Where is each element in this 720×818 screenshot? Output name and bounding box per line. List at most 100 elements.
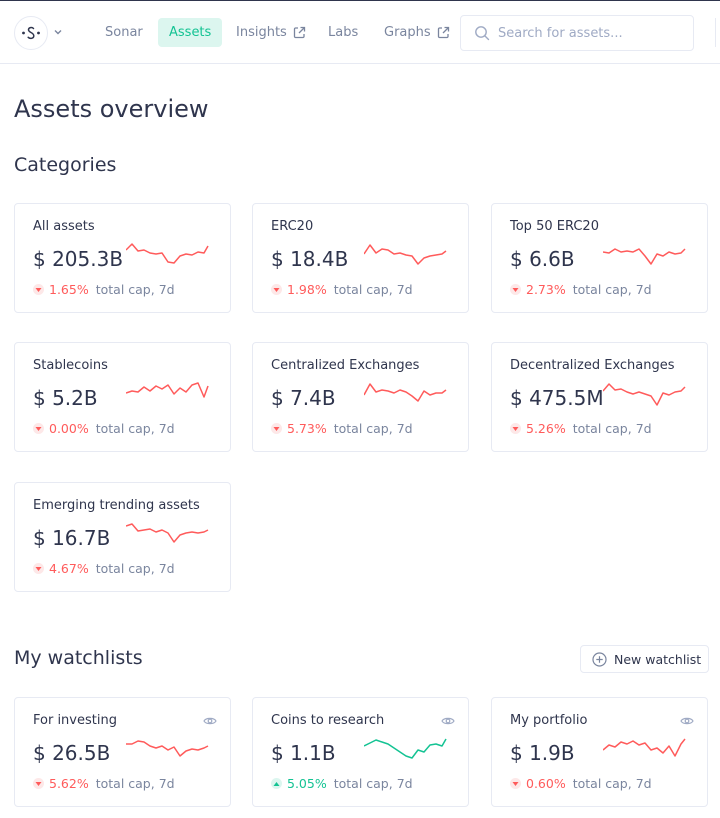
card-title: My portfolio: [510, 713, 588, 728]
eye-icon[interactable]: [203, 716, 217, 726]
card-total-cap: $ 1.1B: [271, 741, 336, 765]
card-total-cap: $ 1.9B: [510, 741, 575, 765]
header-divider: [715, 18, 716, 47]
sparkline-chart: [126, 382, 209, 398]
triangle-down-icon: [510, 778, 521, 789]
category-card[interactable]: Centralized Exchanges $ 7.4B 5.73% total ca…: [252, 342, 469, 452]
sparkline-chart: [364, 244, 447, 265]
watchlist-card[interactable]: For investing $ 26.5B 5.62% total cap, 7d: [14, 697, 231, 807]
nav-assets[interactable]: Assets: [158, 18, 223, 47]
page-title: Assets overview: [14, 95, 209, 123]
change-label: total cap, 7d: [333, 776, 413, 791]
sparkline-path: [603, 248, 686, 265]
card-total-cap: $ 26.5B: [33, 741, 111, 765]
change-percent: 5.26%: [526, 421, 566, 436]
change-label: total cap, 7d: [95, 561, 175, 576]
change-percent: 0.60%: [526, 776, 566, 791]
card-title: Top 50 ERC20: [510, 219, 599, 234]
watchlist-card[interactable]: Coins to research $ 1.1B 5.05% total cap, 7…: [252, 697, 469, 807]
card-title: Decentralized Exchanges: [510, 358, 675, 373]
card-total-cap: $ 205.3B: [33, 247, 124, 271]
card-change: 2.73% total cap, 7d: [510, 282, 652, 297]
change-percent: 4.67%: [49, 561, 89, 576]
sparkline-path: [126, 740, 209, 757]
card-title: Centralized Exchanges: [271, 358, 420, 373]
change-percent: 1.98%: [287, 282, 327, 297]
sparkline-chart: [126, 243, 209, 264]
search-box[interactable]: [460, 15, 694, 51]
triangle-down-icon: [33, 563, 44, 574]
nav-insights-label: Insights: [236, 25, 287, 40]
search-icon: [475, 26, 490, 41]
search-input[interactable]: [498, 25, 678, 41]
triangle-down-icon: [271, 284, 282, 295]
external-link-icon: [437, 26, 449, 39]
change-percent: 5.73%: [287, 421, 327, 436]
card-title: ERC20: [271, 219, 314, 234]
nav-graphs[interactable]: Graphs: [373, 18, 461, 47]
sparkline-chart: [364, 738, 447, 759]
change-percent: 2.73%: [526, 282, 566, 297]
triangle-down-icon: [510, 284, 521, 295]
change-label: total cap, 7d: [333, 282, 413, 297]
nav-graphs-label: Graphs: [384, 25, 431, 40]
sparkline-chart: [603, 738, 686, 757]
card-change: 0.60% total cap, 7d: [510, 776, 652, 791]
sparkline-path: [364, 383, 447, 402]
plus-circle-icon: [592, 651, 607, 667]
categories-heading: Categories: [14, 154, 117, 176]
sparkline-chart: [126, 523, 209, 543]
card-change: 1.65% total cap, 7d: [33, 282, 175, 297]
change-label: total cap, 7d: [572, 282, 652, 297]
card-total-cap: $ 475.5M: [510, 386, 604, 410]
chevron-down-icon[interactable]: [53, 28, 63, 36]
sparkline-path: [126, 523, 209, 543]
change-label: total cap, 7d: [95, 282, 175, 297]
card-title: Emerging trending assets: [33, 498, 200, 513]
triangle-down-icon: [33, 284, 44, 295]
sparkline-path: [603, 738, 686, 757]
card-title: For investing: [33, 713, 117, 728]
eye-icon[interactable]: [680, 716, 694, 726]
category-card[interactable]: Decentralized Exchanges $ 475.5M 5.26% tota…: [491, 342, 708, 452]
sparkline-path: [364, 244, 447, 265]
new-watchlist-button[interactable]: New watchlist: [580, 645, 709, 673]
santiment-logo-icon: [22, 26, 40, 40]
nav-insights[interactable]: Insights: [225, 18, 317, 47]
nav-sonar[interactable]: Sonar: [94, 18, 154, 47]
card-total-cap: $ 7.4B: [271, 386, 336, 410]
nav-sonar-label: Sonar: [105, 25, 143, 40]
card-title: Coins to research: [271, 713, 385, 728]
change-percent: 1.65%: [49, 282, 89, 297]
category-card[interactable]: All assets $ 205.3B 1.65% total cap, 7d: [14, 203, 231, 313]
logo[interactable]: [14, 16, 48, 50]
category-card[interactable]: ERC20 $ 18.4B 1.98% total cap, 7d: [252, 203, 469, 313]
nav-assets-label: Assets: [169, 25, 212, 40]
nav-labs[interactable]: Labs: [317, 18, 369, 47]
card-total-cap: $ 6.6B: [510, 247, 575, 271]
change-percent: 5.05%: [287, 776, 327, 791]
sparkline-path: [364, 738, 447, 759]
top-navigation: Sonar Assets Insights Labs Graphs: [0, 1, 720, 64]
triangle-down-icon: [33, 778, 44, 789]
card-total-cap: $ 16.7B: [33, 526, 111, 550]
sparkline-chart: [603, 248, 686, 265]
card-total-cap: $ 5.2B: [33, 386, 98, 410]
triangle-up-icon: [271, 778, 282, 789]
change-label: total cap, 7d: [572, 776, 652, 791]
eye-icon[interactable]: [441, 716, 455, 726]
triangle-down-icon: [510, 423, 521, 434]
category-card[interactable]: Emerging trending assets $ 16.7B 4.67% tota…: [14, 482, 231, 592]
category-card[interactable]: Top 50 ERC20 $ 6.6B 2.73% total cap, 7d: [491, 203, 708, 313]
change-label: total cap, 7d: [572, 421, 652, 436]
card-change: 5.05% total cap, 7d: [271, 776, 413, 791]
triangle-down-icon: [33, 423, 44, 434]
card-title: Stablecoins: [33, 358, 108, 373]
category-card[interactable]: Stablecoins $ 5.2B 0.00% total cap, 7d: [14, 342, 231, 452]
new-watchlist-label: New watchlist: [614, 651, 702, 667]
card-change: 1.98% total cap, 7d: [271, 282, 413, 297]
card-change: 5.62% total cap, 7d: [33, 776, 175, 791]
card-title: All assets: [33, 219, 95, 234]
watchlist-card[interactable]: My portfolio $ 1.9B 0.60% total cap, 7d: [491, 697, 708, 807]
card-change: 5.26% total cap, 7d: [510, 421, 652, 436]
